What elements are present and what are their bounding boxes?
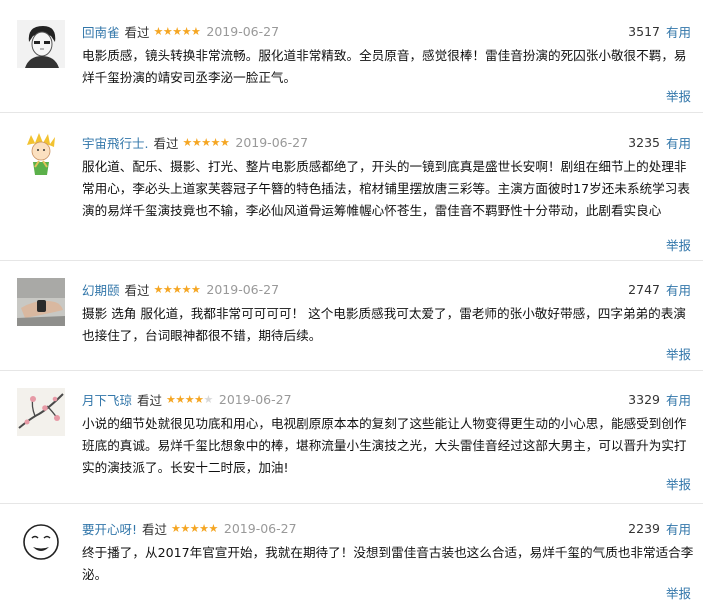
username-link[interactable]: 月下飞琼 — [82, 390, 132, 409]
divider — [0, 503, 703, 504]
useful-button[interactable]: 有用 — [666, 519, 691, 538]
useful-button[interactable]: 有用 — [666, 280, 691, 299]
report-link[interactable]: 举报 — [666, 86, 691, 105]
review-text: 电影质感，镜头转换非常流畅。服化道非常精致。全员原音，感觉很棒！雷佳音扮演的死囚… — [82, 48, 687, 85]
sketch-portrait-avatar-icon — [17, 20, 65, 68]
star-filled-icon: ★ — [172, 282, 182, 296]
report-link[interactable]: 举报 — [666, 235, 691, 254]
star-filled-icon: ★ — [201, 135, 211, 149]
vote-count: 2239 — [628, 520, 660, 536]
review-meta: 幻期颐 看过 ★★★★★ 2019-06-27 — [82, 279, 279, 299]
divider — [0, 370, 703, 371]
star-filled-icon: ★ — [180, 521, 190, 535]
star-filled-icon: ★ — [210, 135, 221, 149]
star-filled-icon: ★ — [162, 282, 173, 296]
useful-button[interactable]: 有用 — [666, 390, 691, 409]
vote-area: 2239 有用 — [628, 518, 691, 538]
vote-area: 2747 有用 — [628, 279, 691, 299]
star-rating: ★★★★★ — [166, 393, 213, 406]
star-rating: ★★★★★ — [183, 136, 230, 149]
vote-area: 3235 有用 — [628, 132, 691, 152]
watched-label: 看过 — [124, 282, 150, 298]
review-meta: 要开心呀! 看过 ★★★★★ 2019-06-27 — [82, 518, 297, 538]
review-date: 2019-06-27 — [206, 23, 280, 39]
divider — [0, 260, 703, 261]
star-filled-icon: ★ — [162, 24, 173, 38]
star-filled-icon: ★ — [181, 282, 192, 296]
report-link[interactable]: 举报 — [666, 474, 691, 493]
avatar[interactable] — [17, 131, 65, 179]
star-rating: ★★★★★ — [171, 522, 218, 535]
star-filled-icon: ★ — [184, 392, 195, 406]
star-filled-icon: ★ — [189, 521, 200, 535]
star-filled-icon: ★ — [153, 24, 164, 38]
star-filled-icon: ★ — [171, 521, 181, 535]
star-filled-icon: ★ — [191, 282, 201, 296]
vote-count: 3235 — [628, 134, 660, 150]
username-link[interactable]: 回南雀 — [82, 22, 120, 41]
star-filled-icon: ★ — [166, 392, 176, 406]
vote-count: 2747 — [628, 281, 660, 297]
avatar[interactable] — [17, 517, 65, 565]
star-filled-icon: ★ — [208, 521, 219, 535]
doodle-face-avatar-icon — [17, 517, 65, 565]
avatar[interactable] — [17, 278, 65, 326]
watched-label: 看过 — [137, 392, 163, 408]
report-link[interactable]: 举报 — [666, 583, 691, 602]
useful-button[interactable]: 有用 — [666, 133, 691, 152]
hand-photo-avatar-icon — [17, 278, 65, 326]
review-date: 2019-06-27 — [223, 520, 297, 536]
star-filled-icon: ★ — [175, 392, 185, 406]
vote-count: 3329 — [628, 391, 660, 407]
vote-count: 3517 — [628, 23, 660, 39]
report-link[interactable]: 举报 — [666, 344, 691, 363]
star-filled-icon: ★ — [172, 24, 182, 38]
vote-area: 3329 有用 — [628, 389, 691, 409]
star-filled-icon: ★ — [153, 282, 164, 296]
username-link[interactable]: 幻期颐 — [82, 280, 120, 299]
watched-label: 看过 — [142, 521, 168, 537]
username-link[interactable]: 要开心呀! — [82, 519, 137, 538]
review-meta: 月下飞琼 看过 ★★★★★ 2019-06-27 — [82, 389, 292, 409]
star-filled-icon: ★ — [191, 24, 201, 38]
star-filled-icon: ★ — [220, 135, 230, 149]
star-filled-icon: ★ — [181, 24, 192, 38]
avatar[interactable] — [17, 20, 65, 68]
useful-button[interactable]: 有用 — [666, 22, 691, 41]
star-empty-icon: ★ — [203, 392, 214, 406]
plum-blossom-avatar-icon — [17, 388, 65, 436]
star-filled-icon: ★ — [194, 392, 204, 406]
star-filled-icon: ★ — [199, 521, 209, 535]
review-meta: 回南雀 看过 ★★★★★ 2019-06-27 — [82, 21, 279, 41]
star-filled-icon: ★ — [182, 135, 193, 149]
username-link[interactable]: 宇宙飛行士. — [82, 133, 148, 152]
review-date: 2019-06-27 — [206, 281, 280, 297]
watched-label: 看过 — [153, 135, 179, 151]
little-prince-avatar-icon — [17, 131, 65, 179]
review-date: 2019-06-27 — [218, 391, 292, 407]
star-filled-icon: ★ — [191, 135, 202, 149]
avatar[interactable] — [17, 388, 65, 436]
review-date: 2019-06-27 — [235, 134, 309, 150]
vote-area: 3517 有用 — [628, 21, 691, 41]
star-rating: ★★★★★ — [154, 283, 201, 296]
watched-label: 看过 — [124, 24, 150, 40]
review-text: 终于播了，从2017年官宣开始，我就在期待了！没想到雷佳音古装也这么合适，易烊千… — [82, 545, 694, 582]
star-rating: ★★★★★ — [154, 25, 201, 38]
review-meta: 宇宙飛行士. 看过 ★★★★★ 2019-06-27 — [82, 132, 308, 152]
review-text: 摄影 选角 服化道，我都非常可可可可！ 这个电影质感我可太爱了，雷老师的张小敬好… — [82, 306, 686, 343]
divider — [0, 112, 703, 113]
review-text: 服化道、配乐、摄影、打光、整片电影质感都绝了，开头的一镜到底真是盛世长安啊！剧组… — [82, 159, 690, 218]
review-text: 小说的细节处就很见功底和用心，电视剧原原本本的复刻了这些能让人物变得更生动的小心… — [82, 416, 687, 475]
